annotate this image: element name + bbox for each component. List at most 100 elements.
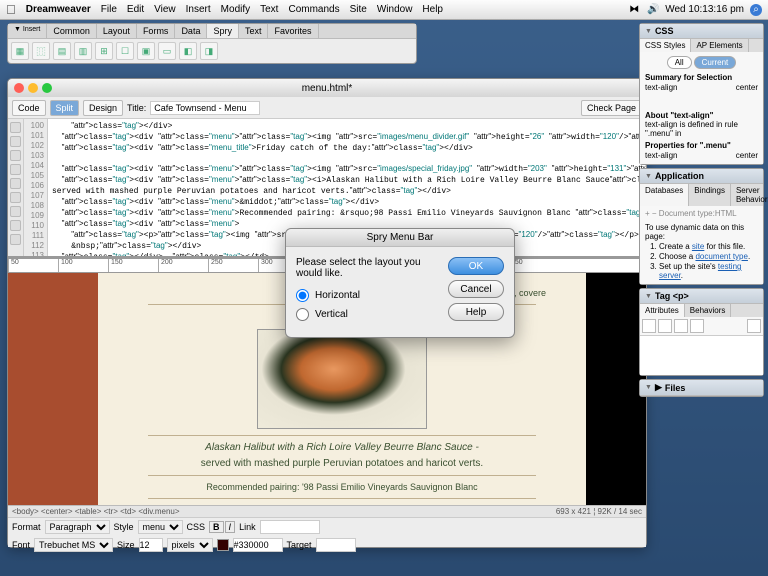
tab-bindings[interactable]: Bindings — [689, 184, 731, 206]
code-tool-icon[interactable] — [10, 192, 21, 203]
tab-css-styles[interactable]: CSS Styles — [640, 39, 691, 52]
document-toolbar: Code Split Design Title: Check Page — [8, 97, 646, 119]
menu-file[interactable]: File — [101, 4, 117, 15]
tag-icon[interactable] — [642, 319, 656, 333]
css-mode-current[interactable]: Current — [694, 56, 737, 69]
code-tool-icon[interactable] — [10, 234, 21, 245]
menu-window[interactable]: Window — [377, 4, 413, 15]
tag-selector[interactable]: <body> <center> <table> <tr> <td> <div.m… — [8, 506, 646, 518]
files-panel-header[interactable]: ▶Files — [640, 380, 763, 396]
menu-edit[interactable]: Edit — [127, 4, 144, 15]
tag-panel: Tag <p> AttributesBehaviors — [639, 288, 764, 376]
zoom-icon[interactable] — [42, 83, 52, 93]
insert-tab-layout[interactable]: Layout — [97, 24, 137, 38]
target-input[interactable] — [316, 538, 356, 552]
view-split-button[interactable]: Split — [50, 100, 80, 116]
pairing-text: Recommended pairing: '98 Passi Emilio Vi… — [138, 482, 546, 492]
volume-icon[interactable]: 🔊 — [647, 4, 659, 16]
insert-tab-handle[interactable]: ▼ Insert — [8, 24, 47, 38]
app-panel-header[interactable]: Application — [640, 169, 763, 184]
spry-icon-7[interactable]: ▣ — [137, 42, 155, 60]
unit-select[interactable]: pixels — [167, 538, 213, 552]
tab-server-behaviors[interactable]: Server Behaviors — [731, 184, 768, 206]
option-horizontal[interactable]: Horizontal — [296, 289, 440, 302]
tag-list[interactable] — [640, 335, 763, 375]
tag-icon[interactable] — [674, 319, 688, 333]
panel-dock: CSS CSS StylesAP Elements AllCurrent Sum… — [639, 23, 764, 397]
menu-text[interactable]: Text — [260, 4, 278, 15]
style-select[interactable]: menu — [138, 520, 183, 534]
tab-databases[interactable]: Databases — [640, 184, 689, 206]
option-vertical[interactable]: Vertical — [296, 308, 440, 321]
code-tool-icon[interactable] — [10, 178, 21, 189]
spry-icon-4[interactable]: ▥ — [74, 42, 92, 60]
insert-tab-spry[interactable]: Spry — [207, 24, 239, 38]
spry-icon-1[interactable]: ▦ — [11, 42, 29, 60]
insert-tab-text[interactable]: Text — [239, 24, 269, 38]
spry-icon-2[interactable]: ⿲ — [32, 42, 50, 60]
tag-icon[interactable] — [658, 319, 672, 333]
tab-attributes[interactable]: Attributes — [640, 304, 685, 317]
tag-icon[interactable] — [747, 319, 761, 333]
menu-view[interactable]: View — [154, 4, 176, 15]
code-tool-icon[interactable] — [10, 206, 21, 217]
color-input[interactable] — [233, 538, 283, 552]
menu-site[interactable]: Site — [350, 4, 367, 15]
menu-help[interactable]: Help — [422, 4, 443, 15]
font-select[interactable]: Trebuchet MS — [34, 538, 113, 552]
menu-insert[interactable]: Insert — [186, 4, 211, 15]
page-title-input[interactable] — [150, 101, 260, 115]
cancel-button[interactable]: Cancel — [448, 280, 504, 298]
bluetooth-icon[interactable]: ⧓ — [629, 4, 641, 16]
setup-link[interactable]: document type — [695, 252, 747, 261]
spry-icon-5[interactable]: ⊞ — [95, 42, 113, 60]
spry-icon-9[interactable]: ◧ — [179, 42, 197, 60]
insert-tab-common[interactable]: Common — [47, 24, 97, 38]
menu-modify[interactable]: Modify — [221, 4, 250, 15]
help-button[interactable]: Help — [448, 303, 504, 321]
code-tool-icon[interactable] — [10, 164, 21, 175]
check-page-button[interactable]: Check Page — [581, 100, 642, 116]
tab-behaviors[interactable]: Behaviors — [685, 304, 732, 317]
menu-commands[interactable]: Commands — [288, 4, 339, 15]
spry-icon-3[interactable]: ▤ — [53, 42, 71, 60]
clock[interactable]: Wed 10:13:16 pm — [665, 4, 744, 15]
insert-icons: ▦ ⿲ ▤ ▥ ⊞ ☐ ▣ ▭ ◧ ◨ — [8, 39, 416, 63]
tag-icon[interactable] — [690, 319, 704, 333]
spotlight-icon[interactable]: ⌕ — [750, 4, 762, 16]
dialog-title: Spry Menu Bar — [286, 229, 514, 247]
css-panel-header[interactable]: CSS — [640, 24, 763, 39]
apple-menu-icon[interactable]:  — [6, 2, 16, 17]
italic-button[interactable]: I — [225, 521, 236, 533]
color-swatch[interactable] — [217, 539, 229, 551]
css-mode-all[interactable]: All — [667, 56, 692, 69]
code-tool-icon[interactable] — [10, 220, 21, 231]
bold-button[interactable]: B — [209, 521, 224, 533]
css-panel: CSS CSS StylesAP Elements AllCurrent Sum… — [639, 23, 764, 165]
title-label: Title: — [127, 103, 146, 113]
spry-icon-8[interactable]: ▭ — [158, 42, 176, 60]
minimize-icon[interactable] — [28, 83, 38, 93]
view-design-button[interactable]: Design — [83, 100, 123, 116]
insert-tab-data[interactable]: Data — [175, 24, 207, 38]
tab-ap-elements[interactable]: AP Elements — [691, 39, 748, 52]
link-input[interactable] — [260, 520, 320, 534]
window-titlebar[interactable]: menu.html* — [8, 79, 646, 97]
about-heading: About "text-align" — [645, 111, 758, 120]
spry-icon-10[interactable]: ◨ — [200, 42, 218, 60]
setup-link[interactable]: site — [692, 242, 704, 251]
app-name[interactable]: Dreamweaver — [26, 4, 91, 15]
spry-icon-6[interactable]: ☐ — [116, 42, 134, 60]
ok-button[interactable]: OK — [448, 257, 504, 275]
view-code-button[interactable]: Code — [12, 100, 46, 116]
tag-panel-header[interactable]: Tag <p> — [640, 289, 763, 304]
insert-tab-favorites[interactable]: Favorites — [268, 24, 318, 38]
setup-link[interactable]: testing server — [659, 262, 741, 280]
close-icon[interactable] — [14, 83, 24, 93]
insert-tab-forms[interactable]: Forms — [137, 24, 176, 38]
code-tool-icon[interactable] — [10, 136, 21, 147]
code-tool-icon[interactable] — [10, 150, 21, 161]
size-input[interactable] — [139, 538, 163, 552]
format-select[interactable]: Paragraph — [45, 520, 110, 534]
code-tool-icon[interactable] — [10, 122, 21, 133]
